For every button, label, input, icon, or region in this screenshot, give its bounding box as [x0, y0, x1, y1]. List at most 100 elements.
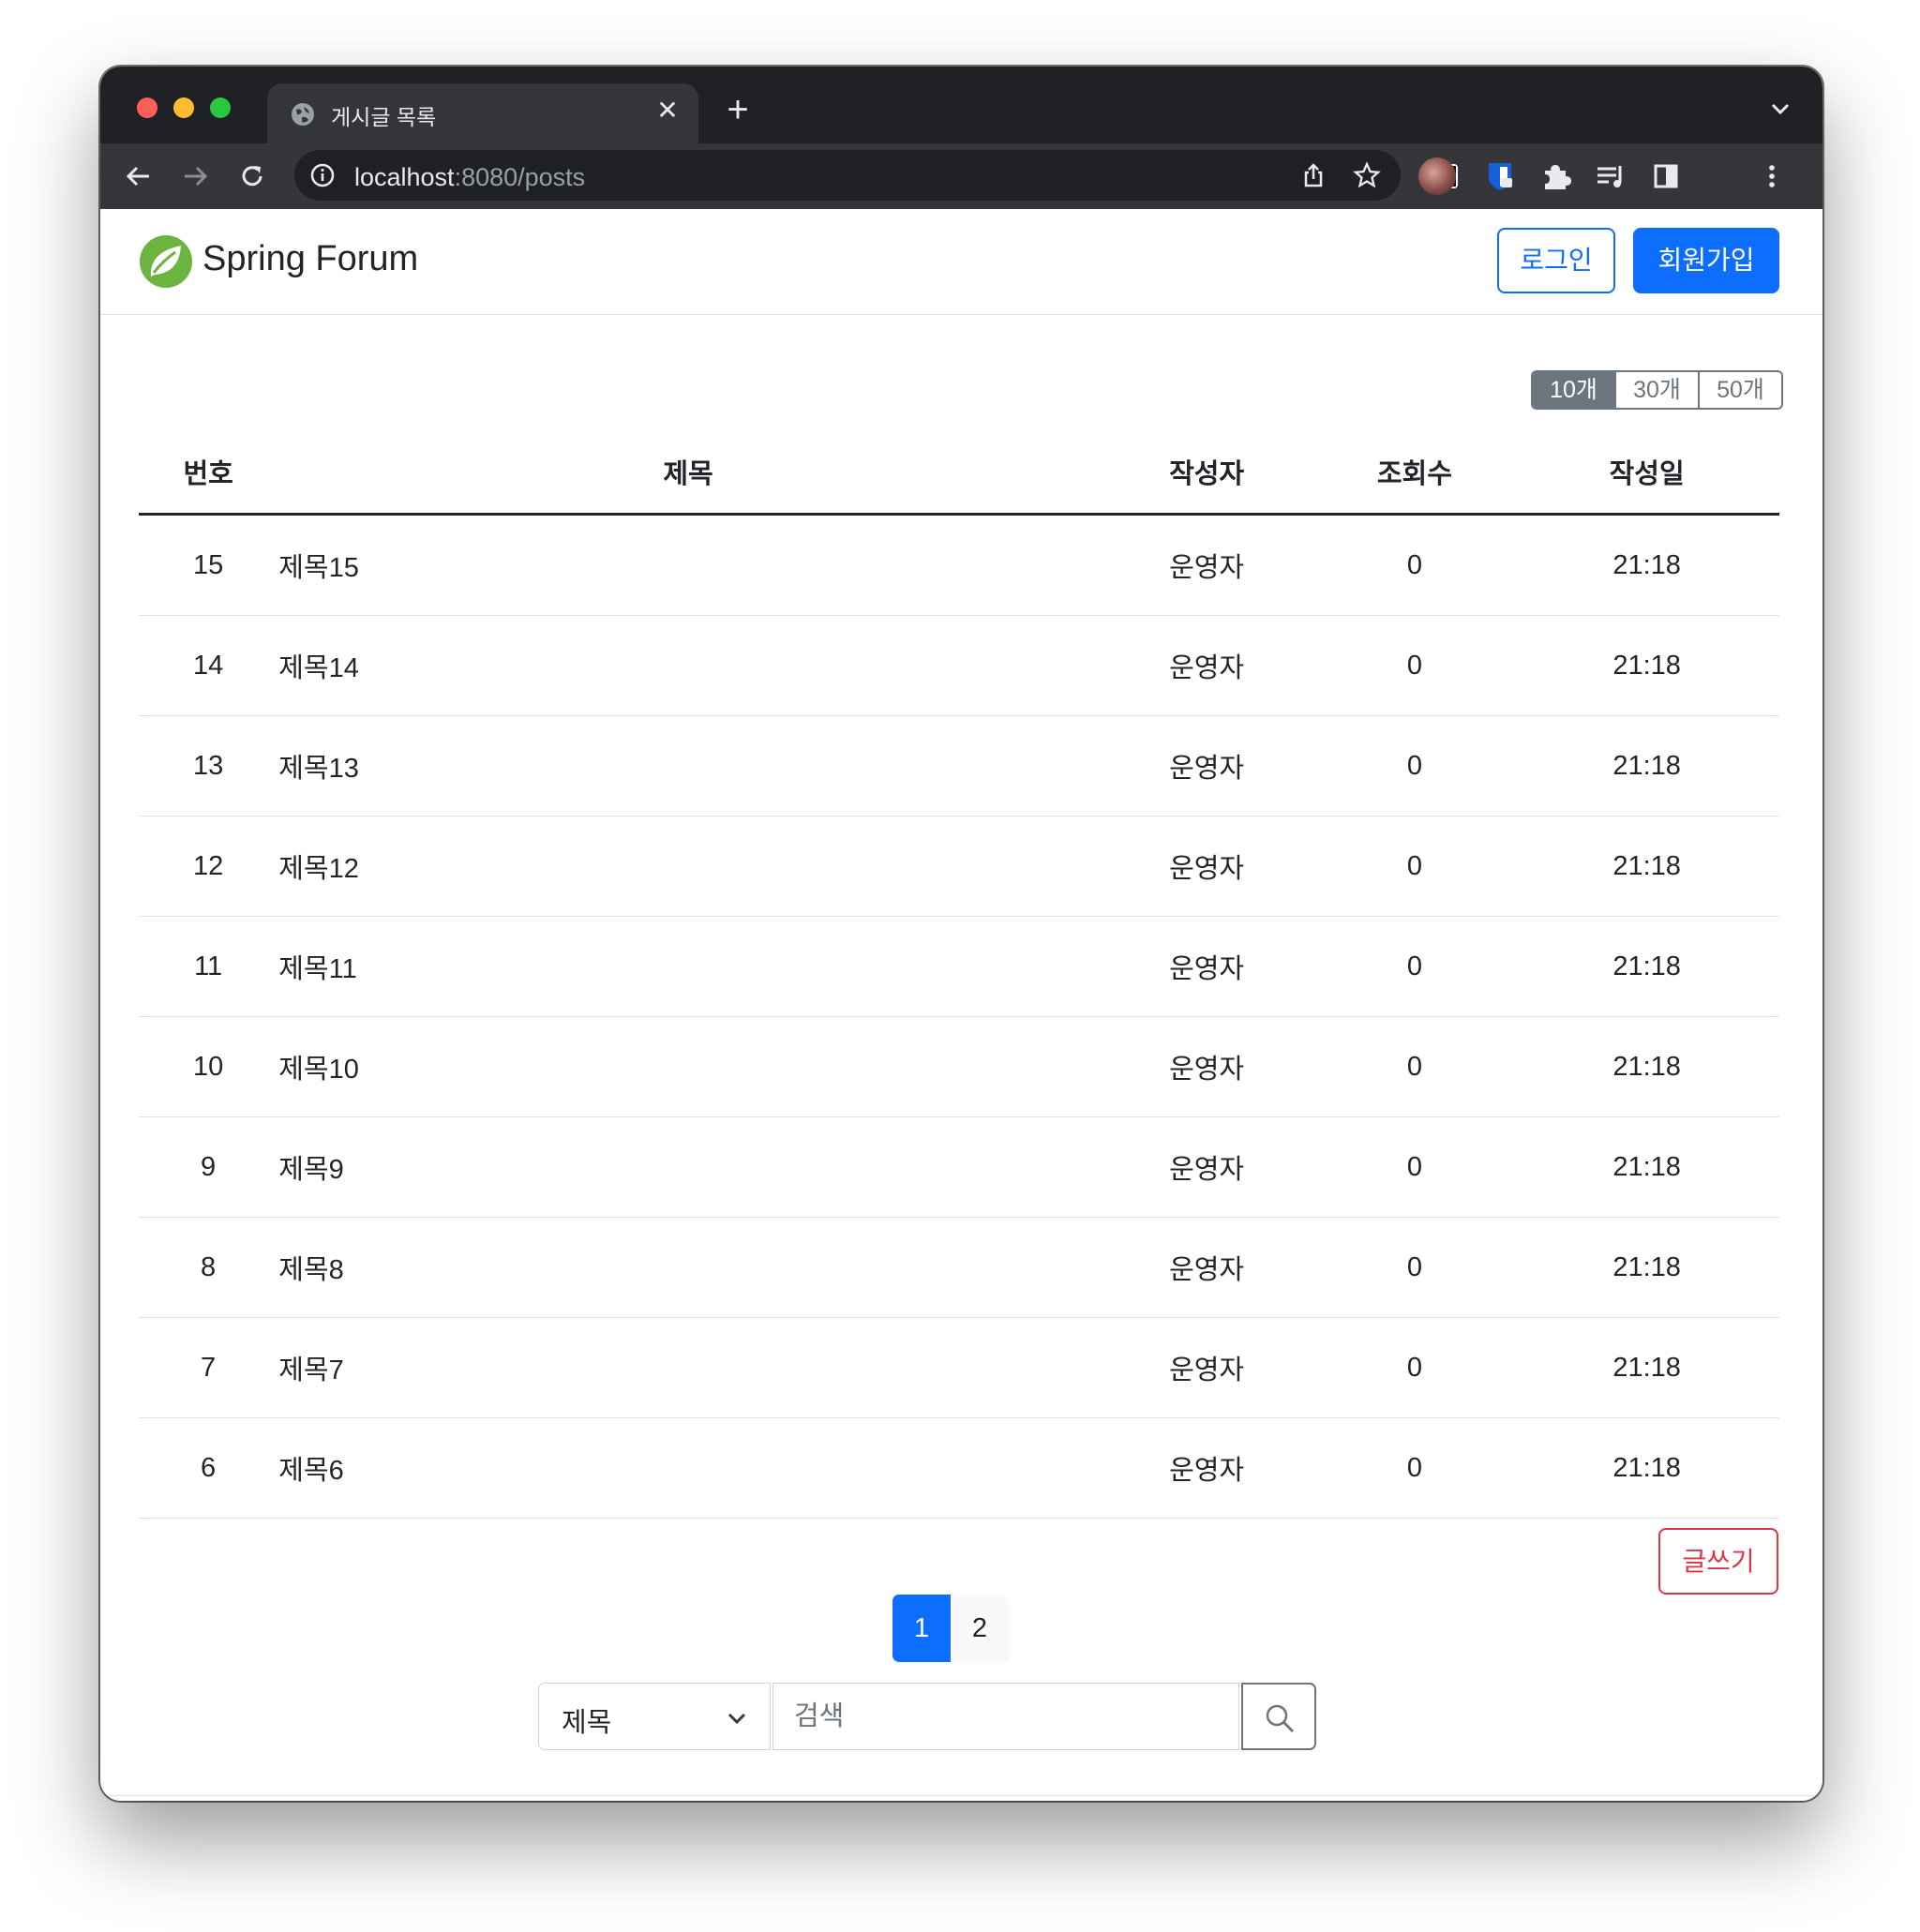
- page-size-30[interactable]: 30개: [1614, 372, 1698, 408]
- table-row[interactable]: 11 제목11 운영자 0 21:18: [139, 916, 1779, 1017]
- table-row[interactable]: 8 제목8 운영자 0 21:18: [139, 1217, 1779, 1318]
- post-title-link[interactable]: 제목6: [278, 1417, 1099, 1519]
- site-brand[interactable]: Spring Forum: [202, 239, 418, 279]
- header-title: 제목: [278, 430, 1099, 516]
- post-title-link[interactable]: 제목15: [278, 514, 1099, 616]
- browser-toolbar: localhost:8080/posts: [100, 143, 1822, 209]
- globe-icon: [292, 103, 314, 126]
- side-panel-icon[interactable]: [1648, 158, 1684, 194]
- table-row[interactable]: 13 제목13 운영자 0 21:18: [139, 715, 1779, 816]
- info-icon[interactable]: [309, 162, 336, 188]
- browser-tab[interactable]: 게시글 목록 ✕: [267, 83, 698, 143]
- page-size-50[interactable]: 50개: [1698, 372, 1781, 408]
- back-arrow-icon[interactable]: [121, 158, 157, 194]
- post-date: 21:18: [1514, 615, 1779, 716]
- post-date: 21:18: [1514, 916, 1779, 1017]
- post-author: 운영자: [1098, 1116, 1315, 1218]
- post-title-link[interactable]: 제목10: [278, 1016, 1099, 1117]
- minimize-window-button[interactable]: [173, 97, 194, 118]
- post-author: 운영자: [1098, 1016, 1315, 1117]
- post-number: 10: [139, 1016, 278, 1117]
- table-row[interactable]: 12 제목12 운영자 0 21:18: [139, 816, 1779, 917]
- post-number: 7: [139, 1317, 278, 1418]
- tab-close-icon[interactable]: ✕: [653, 97, 682, 125]
- login-button[interactable]: 로그인: [1497, 228, 1615, 293]
- post-author: 운영자: [1098, 514, 1315, 616]
- puzzle-extensions-icon[interactable]: [1538, 158, 1573, 194]
- browser-window: 게시글 목록 ✕ + localhost:8080/posts Spring F…: [100, 67, 1822, 1801]
- post-title-link[interactable]: 제목13: [278, 715, 1099, 816]
- signup-button[interactable]: 회원가입: [1633, 228, 1779, 293]
- post-number: 13: [139, 715, 278, 816]
- spring-leaf-logo-icon[interactable]: [138, 233, 194, 290]
- post-views: 0: [1314, 1417, 1515, 1519]
- post-date: 21:18: [1514, 1016, 1779, 1117]
- header-number: 번호: [139, 430, 278, 516]
- page-size-10[interactable]: 10개: [1533, 372, 1614, 408]
- page-size-group: 10개 30개 50개: [1531, 370, 1783, 410]
- posts-table: 번호 제목 작성자 조회수 작성일 15 제목15 운영자 0 21:18 14: [139, 430, 1779, 1519]
- header-views: 조회수: [1314, 430, 1515, 516]
- post-title-link[interactable]: 제목14: [278, 615, 1099, 716]
- media-playlist-icon[interactable]: [1593, 158, 1628, 194]
- search-button[interactable]: [1241, 1683, 1316, 1750]
- table-row[interactable]: 15 제목15 운영자 0 21:18: [139, 514, 1779, 616]
- table-row[interactable]: 10 제목10 운영자 0 21:18: [139, 1016, 1779, 1117]
- chevron-down-icon[interactable]: [1766, 95, 1794, 123]
- table-row[interactable]: 14 제목14 운영자 0 21:18: [139, 615, 1779, 716]
- post-title-link[interactable]: 제목9: [278, 1116, 1099, 1218]
- page-divider: [100, 1795, 1822, 1796]
- chevron-down-icon: [728, 1713, 746, 1725]
- search-input[interactable]: [772, 1683, 1239, 1750]
- search-icon: [1266, 1704, 1295, 1733]
- profile-avatar[interactable]: [1418, 157, 1456, 195]
- more-menu-icon[interactable]: [1754, 158, 1790, 194]
- post-views: 0: [1314, 1317, 1515, 1418]
- forward-arrow-icon[interactable]: [177, 158, 213, 194]
- page-content: Spring Forum 로그인 회원가입 10개 30개 50개 번호 제목 …: [100, 209, 1822, 1801]
- bookmark-star-icon[interactable]: [1352, 160, 1382, 190]
- header-date: 작성일: [1514, 430, 1779, 516]
- post-date: 21:18: [1514, 1217, 1779, 1318]
- table-row[interactable]: 9 제목9 운영자 0 21:18: [139, 1116, 1779, 1218]
- post-date: 21:18: [1514, 1417, 1779, 1519]
- table-row[interactable]: 7 제목7 운영자 0 21:18: [139, 1317, 1779, 1418]
- page-link-1[interactable]: 1: [892, 1595, 951, 1662]
- url-text: localhost:8080/posts: [354, 163, 586, 191]
- post-number: 12: [139, 816, 278, 917]
- site-navbar: Spring Forum 로그인 회원가입: [100, 209, 1822, 315]
- post-author: 운영자: [1098, 715, 1315, 816]
- reload-icon[interactable]: [234, 158, 270, 194]
- post-views: 0: [1314, 615, 1515, 716]
- header-author: 작성자: [1098, 430, 1315, 516]
- close-window-button[interactable]: [137, 97, 158, 118]
- post-views: 0: [1314, 514, 1515, 616]
- post-author: 운영자: [1098, 1317, 1315, 1418]
- share-icon[interactable]: [1299, 161, 1328, 189]
- post-number: 15: [139, 514, 278, 616]
- post-title-link[interactable]: 제목7: [278, 1317, 1099, 1418]
- maximize-window-button[interactable]: [210, 97, 231, 118]
- post-title-link[interactable]: 제목8: [278, 1217, 1099, 1318]
- post-author: 운영자: [1098, 1217, 1315, 1318]
- page-link-2[interactable]: 2: [951, 1595, 1009, 1662]
- post-date: 21:18: [1514, 816, 1779, 917]
- write-post-button[interactable]: 글쓰기: [1658, 1528, 1778, 1595]
- post-views: 0: [1314, 916, 1515, 1017]
- post-number: 11: [139, 916, 278, 1017]
- post-author: 운영자: [1098, 816, 1315, 917]
- bitwarden-extension-icon[interactable]: [1482, 158, 1518, 194]
- table-row[interactable]: 6 제목6 운영자 0 21:18: [139, 1417, 1779, 1519]
- post-views: 0: [1314, 1116, 1515, 1218]
- post-author: 운영자: [1098, 1417, 1315, 1519]
- search-field-select[interactable]: 제목: [538, 1683, 771, 1750]
- table-header-row: 번호 제목 작성자 조회수 작성일: [139, 430, 1779, 516]
- address-bar[interactable]: localhost:8080/posts: [294, 150, 1401, 201]
- post-views: 0: [1314, 816, 1515, 917]
- post-title-link[interactable]: 제목11: [278, 916, 1099, 1017]
- post-title-link[interactable]: 제목12: [278, 816, 1099, 917]
- post-author: 운영자: [1098, 615, 1315, 716]
- new-tab-icon[interactable]: +: [719, 91, 757, 128]
- post-date: 21:18: [1514, 1317, 1779, 1418]
- post-number: 9: [139, 1116, 278, 1218]
